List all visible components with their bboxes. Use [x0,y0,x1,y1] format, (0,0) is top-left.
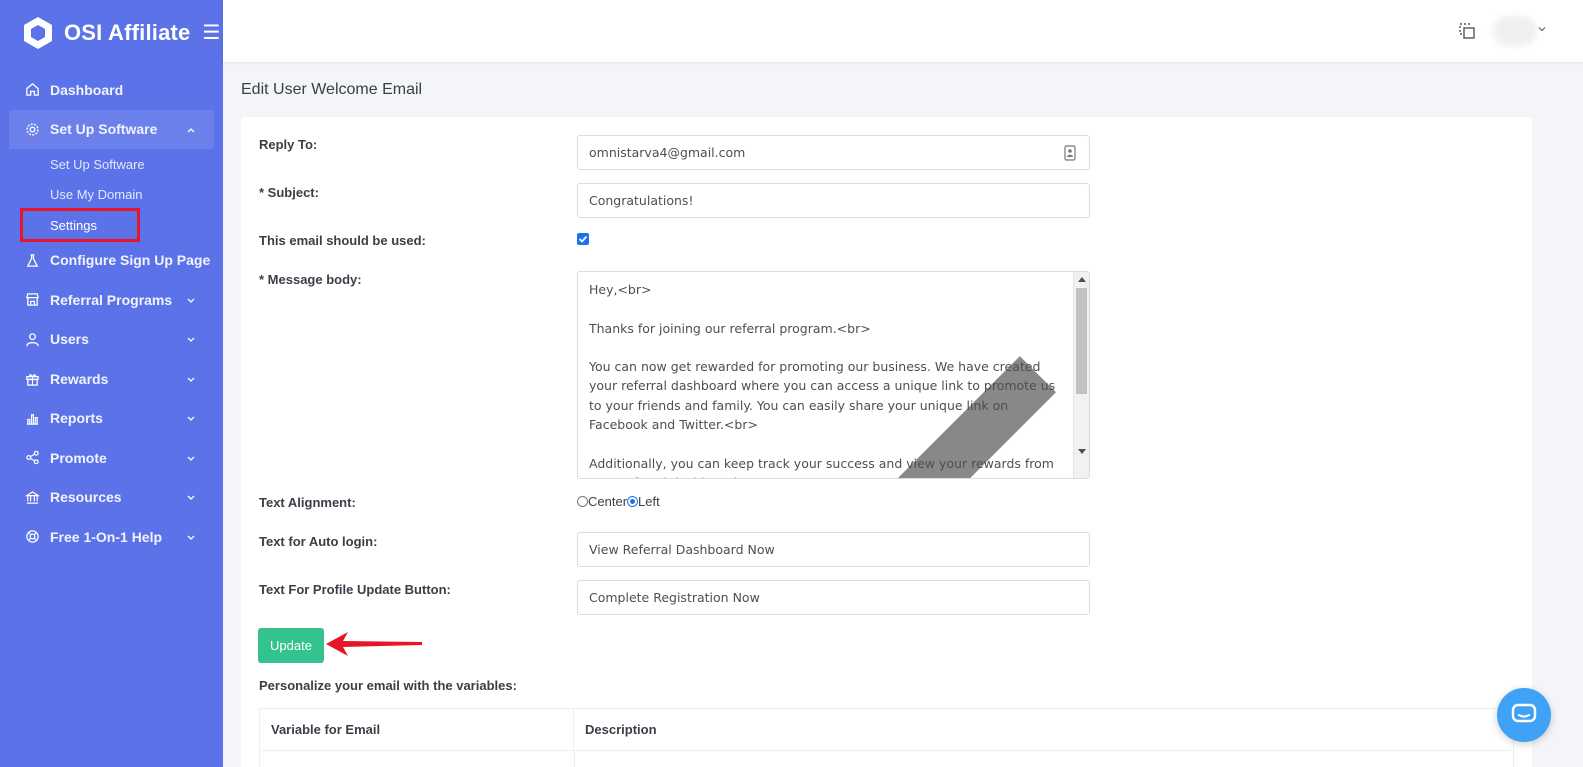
user-icon [24,331,40,347]
brand-name: OSI Affiliate [64,20,191,45]
reply-to-input[interactable]: omnistarva4@gmail.com [577,135,1090,170]
email-used-label: This email should be used: [259,233,426,248]
sidebar-item-resources[interactable]: Resources [0,478,223,518]
chevron-down-icon [187,416,195,422]
subject-input[interactable]: Congratulations! [577,183,1090,218]
lifebuoy-icon [24,529,40,545]
sidebar-item-set-up-software[interactable]: Set Up Software [9,109,214,149]
sidebar-item-rewards[interactable]: Rewards [0,359,223,399]
brand[interactable]: OSI Affiliate ☰ [20,13,220,53]
switch-account-icon[interactable] [1458,22,1476,40]
osi-logo-icon [24,17,52,49]
sidebar-item-configure-sign-up-page[interactable]: Configure Sign Up Page [0,241,223,281]
variables-table: Variable for Email Description [259,708,1514,767]
store-icon [24,292,40,308]
profile-update-input[interactable]: Complete Registration Now [577,580,1090,615]
subject-label: * Subject: [259,185,319,200]
gear-icon [24,121,40,137]
sidebar-item-referral-programs[interactable]: Referral Programs [0,280,223,320]
text-alignment-radio-group: Center Left [577,494,660,509]
alignment-center-label: Center [588,494,628,509]
chevron-down-icon [187,337,195,343]
column-header-description: Description [574,709,1513,751]
variables-title: Personalize your email with the variable… [259,678,517,693]
alignment-left-label: Left [638,494,660,509]
sidebar-item-label: Configure Sign Up Page [50,252,211,269]
profile-update-value: Complete Registration Now [589,590,760,605]
sidebar-item-label: Set Up Software [50,121,158,138]
text-alignment-label: Text Alignment: [259,495,356,510]
sidebar-item-label: Referral Programs [50,291,173,308]
submenu-item-label: Use My Domain [50,187,143,203]
sidebar: OSI Affiliate ☰ Dashboard Set Up Softwar… [0,0,223,767]
submenu-item-set-up-software[interactable]: Set Up Software [0,149,223,180]
sidebar-item-dashboard[interactable]: Dashboard [0,70,223,110]
sidebar-nav: Dashboard Set Up Software Set Up Softwar… [0,70,223,557]
home-icon [24,82,40,98]
annotation-arrow-icon [326,632,422,656]
share-icon [24,450,40,466]
scrollbar-thumb[interactable] [1076,288,1087,394]
message-body-label: * Message body: [259,272,362,287]
chat-widget-button[interactable] [1497,688,1551,742]
sidebar-item-label: Free 1-On-1 Help [50,528,163,545]
submenu-item-use-my-domain[interactable]: Use My Domain [0,180,223,211]
sidebar-item-label: Resources [50,489,122,506]
chevron-down-icon [187,298,195,303]
sidebar-item-label: Promote [50,449,107,466]
bank-icon [24,489,40,505]
alignment-center-radio[interactable] [577,496,588,507]
auto-login-input[interactable]: View Referral Dashboard Now [577,532,1090,567]
sidebar-item-label: Dashboard [50,81,124,98]
sidebar-item-label: Reports [50,410,103,427]
column-header-variable: Variable for Email [260,709,574,751]
sidebar-item-users[interactable]: Users [0,320,223,360]
avatar[interactable] [1493,16,1537,46]
reply-to-value: omnistarva4@gmail.com [589,145,746,160]
chevron-down-icon [187,456,195,461]
email-used-checkbox[interactable] [577,233,589,245]
scroll-down-arrow-icon[interactable] [1078,449,1086,454]
chevron-down-icon [187,377,195,382]
column-divider [574,751,575,767]
auto-login-label: Text for Auto login: [259,534,378,549]
message-body-text: Hey,<br> Thanks for joining our referral… [589,282,1056,478]
hamburger-menu-icon[interactable]: ☰ [202,23,220,43]
sidebar-item-reports[interactable]: Reports [0,399,223,439]
chevron-down-icon [187,535,195,540]
chat-bubble-icon [1511,703,1537,723]
sidebar-item-label: Rewards [50,370,109,387]
chevron-down-icon [187,495,195,501]
textarea-scrollbar[interactable] [1073,272,1089,478]
submenu-item-label: Set Up Software [50,156,145,172]
scroll-up-arrow-icon[interactable] [1078,277,1086,282]
checkmark-icon [578,235,588,243]
reply-to-label: Reply To: [259,137,318,152]
gift-icon [24,371,40,387]
flask-icon [24,252,40,268]
subject-value: Congratulations! [589,193,694,208]
annotation-highlight-box [20,208,140,242]
sidebar-item-promote[interactable]: Promote [0,438,223,478]
alignment-left-radio[interactable] [627,496,639,507]
top-bar [223,0,1583,62]
message-body-textarea[interactable]: Hey,<br> Thanks for joining our referral… [577,271,1090,479]
contact-card-icon[interactable] [1063,145,1077,161]
chevron-up-icon [187,128,195,133]
page-title: Edit User Welcome Email [241,81,423,98]
chevron-down-icon[interactable] [1538,25,1546,33]
sidebar-item-free-help[interactable]: Free 1-On-1 Help [0,517,223,557]
update-button[interactable]: Update [258,628,324,663]
sidebar-item-label: Users [50,331,89,348]
auto-login-value: View Referral Dashboard Now [589,542,775,557]
bar-chart-icon [24,410,40,426]
profile-update-label: Text For Profile Update Button: [259,582,451,597]
